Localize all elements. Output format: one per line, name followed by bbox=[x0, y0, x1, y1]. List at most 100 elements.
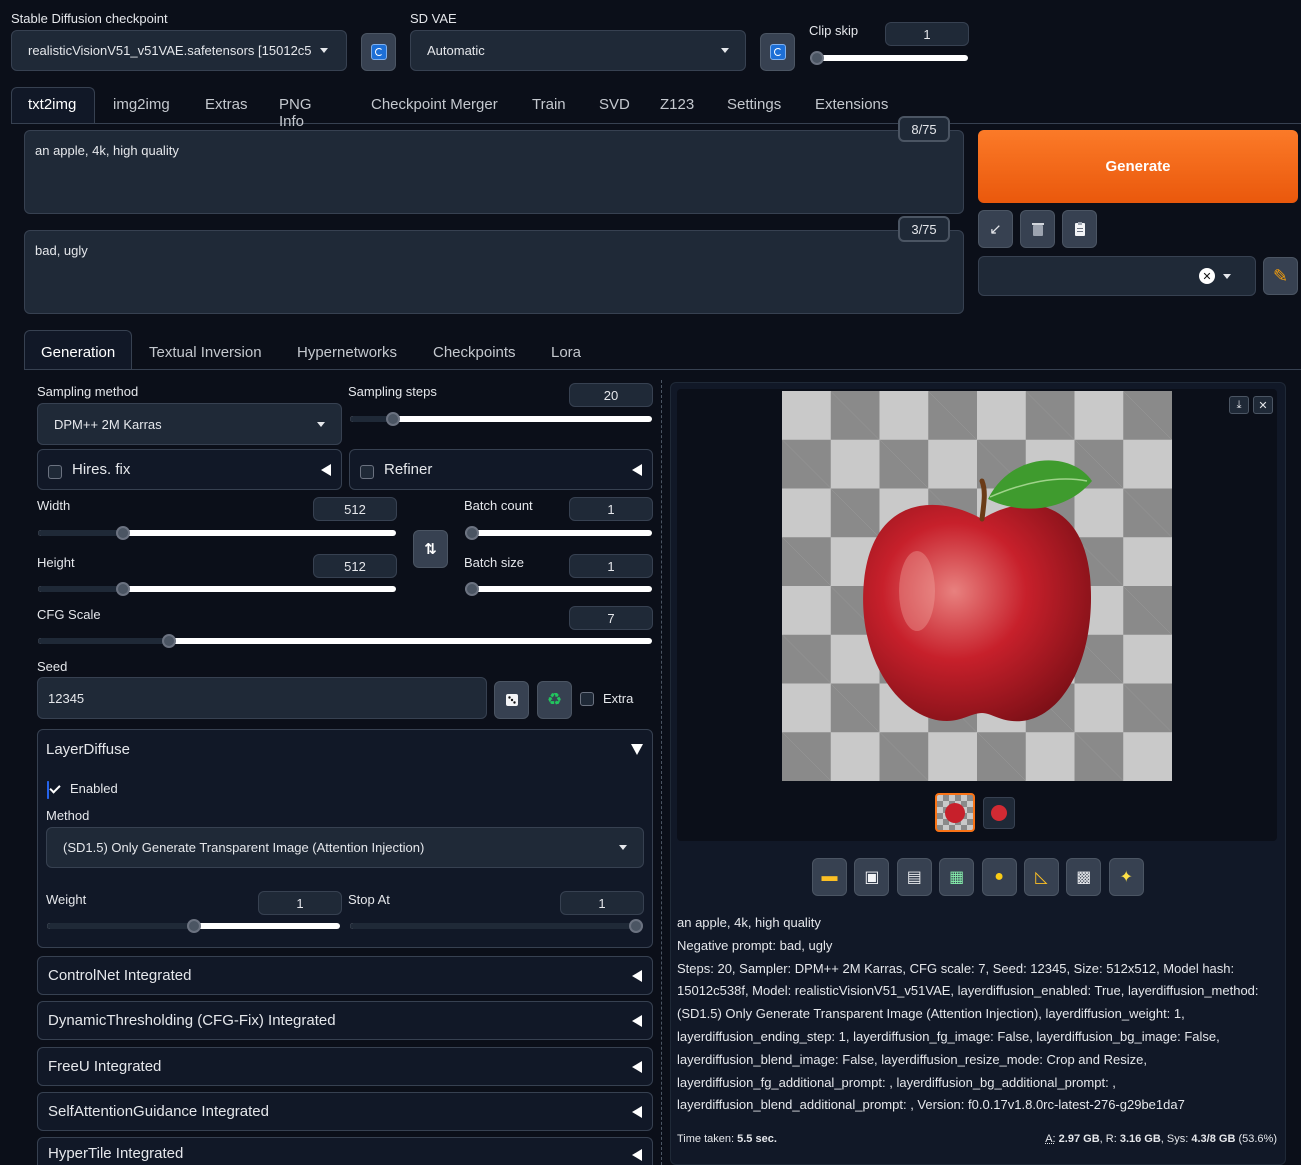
refiner-accordion[interactable]: Refiner bbox=[349, 449, 653, 490]
layerdiffuse-enabled-checkbox[interactable] bbox=[47, 781, 49, 799]
weight-slider[interactable] bbox=[47, 919, 340, 933]
refresh-checkpoint-button[interactable] bbox=[361, 33, 396, 71]
hires-fix-checkbox[interactable] bbox=[48, 464, 62, 479]
tab-extras[interactable]: Extras bbox=[205, 96, 248, 113]
clip-skip-slider[interactable] bbox=[810, 51, 968, 65]
tab-train[interactable]: Train bbox=[532, 96, 566, 113]
layerdiffuse-method-value: (SD1.5) Only Generate Transparent Image … bbox=[63, 840, 425, 855]
send-to-z123-button[interactable]: ✦ bbox=[1108, 858, 1144, 896]
stop-at-slider[interactable] bbox=[350, 919, 643, 933]
self-attention-guidance-accordion[interactable]: SelfAttentionGuidance Integrated bbox=[37, 1092, 653, 1131]
paste-style-button[interactable] bbox=[1062, 210, 1097, 248]
vae-dropdown[interactable]: Automatic bbox=[410, 30, 746, 71]
prompt-input[interactable]: an apple, 4k, high quality bbox=[24, 130, 964, 214]
trash-icon bbox=[1031, 223, 1044, 236]
slider-thumb[interactable] bbox=[116, 526, 130, 540]
close-image-button[interactable]: ✕ bbox=[1253, 396, 1273, 414]
tab-extensions[interactable]: Extensions bbox=[815, 96, 888, 113]
height-input[interactable]: 512 bbox=[313, 554, 397, 578]
hypertile-accordion[interactable]: HyperTile Integrated bbox=[37, 1137, 653, 1165]
negative-prompt-input[interactable]: bad, ugly bbox=[24, 230, 964, 314]
width-slider[interactable] bbox=[38, 526, 396, 540]
tab-checkpoint-merger[interactable]: Checkpoint Merger bbox=[371, 96, 498, 113]
send-to-inpaint-button[interactable]: ● bbox=[981, 858, 1017, 896]
edit-styles-button[interactable]: ✎ bbox=[1263, 257, 1298, 295]
refiner-checkbox[interactable] bbox=[360, 464, 374, 479]
layerdiffuse-method-dropdown[interactable]: (SD1.5) Only Generate Transparent Image … bbox=[46, 827, 644, 868]
slider-thumb[interactable] bbox=[116, 582, 130, 596]
seed-input[interactable]: 12345 bbox=[37, 677, 487, 719]
controlnet-accordion[interactable]: ControlNet Integrated bbox=[37, 956, 653, 995]
height-slider[interactable] bbox=[38, 582, 396, 596]
batch-count-input[interactable]: 1 bbox=[569, 497, 653, 521]
random-seed-button[interactable] bbox=[494, 681, 529, 719]
send-to-img2img-button[interactable]: ▦ bbox=[939, 858, 975, 896]
styles-dropdown[interactable]: ✕ bbox=[978, 256, 1256, 296]
freeu-accordion[interactable]: FreeU Integrated bbox=[37, 1047, 653, 1086]
apple-thumbnail-icon bbox=[945, 802, 965, 823]
weight-input[interactable]: 1 bbox=[258, 891, 342, 915]
generation-info: an apple, 4k, high quality Negative prom… bbox=[677, 912, 1277, 1117]
save-zip-button[interactable]: ▤ bbox=[896, 858, 932, 896]
stop-at-input[interactable]: 1 bbox=[560, 891, 644, 915]
read-params-button[interactable]: ↙ bbox=[978, 210, 1013, 248]
swap-dimensions-button[interactable]: ⇅ bbox=[413, 530, 448, 568]
sampling-steps-slider[interactable] bbox=[350, 412, 652, 426]
send-to-svd-button[interactable]: ▩ bbox=[1066, 858, 1102, 896]
download-image-button[interactable]: ⤓ bbox=[1229, 396, 1249, 414]
slider-thumb[interactable] bbox=[465, 526, 479, 540]
gallery-thumbnail-1[interactable] bbox=[935, 793, 975, 832]
cfg-scale-slider[interactable] bbox=[38, 634, 652, 648]
output-image[interactable] bbox=[782, 391, 1172, 781]
slider-thumb[interactable] bbox=[810, 51, 824, 65]
batch-count-slider[interactable] bbox=[465, 526, 652, 540]
clear-icon[interactable]: ✕ bbox=[1199, 268, 1215, 284]
subtabs-divider bbox=[24, 369, 1301, 370]
batch-size-input[interactable]: 1 bbox=[569, 554, 653, 578]
sampling-steps-input[interactable]: 20 bbox=[569, 383, 653, 407]
gallery-thumbnail-2[interactable] bbox=[983, 797, 1015, 829]
sparkles-icon: ✦ bbox=[1119, 869, 1133, 886]
slider-thumb[interactable] bbox=[187, 919, 201, 933]
tab-lora[interactable]: Lora bbox=[551, 344, 581, 361]
arrow-down-left-icon: ↙ bbox=[989, 221, 1002, 238]
sampling-steps-label: Sampling steps bbox=[348, 384, 437, 399]
tabs-divider bbox=[11, 123, 1301, 124]
slider-thumb[interactable] bbox=[162, 634, 176, 648]
slider-thumb[interactable] bbox=[465, 582, 479, 596]
slider-thumb[interactable] bbox=[386, 412, 400, 426]
collapse-arrow-icon[interactable] bbox=[631, 744, 643, 755]
save-button[interactable]: ▣ bbox=[854, 858, 890, 896]
refresh-vae-button[interactable] bbox=[760, 33, 795, 71]
refresh-icon bbox=[370, 44, 387, 60]
tab-settings[interactable]: Settings bbox=[727, 96, 781, 113]
floppy-disk-icon: ▣ bbox=[864, 869, 880, 886]
extra-seed-checkbox[interactable] bbox=[580, 692, 594, 706]
open-folder-button[interactable]: ▬ bbox=[812, 858, 847, 896]
width-input[interactable]: 512 bbox=[313, 497, 397, 521]
slider-thumb[interactable] bbox=[629, 919, 643, 933]
tab-txt2img[interactable]: txt2img bbox=[28, 96, 76, 113]
reuse-seed-button[interactable]: ♻ bbox=[537, 681, 572, 719]
tab-textual-inversion[interactable]: Textual Inversion bbox=[149, 344, 262, 361]
generate-button[interactable]: Generate bbox=[978, 130, 1298, 203]
send-to-extras-button[interactable]: ◺ bbox=[1023, 858, 1059, 896]
info-negative: Negative prompt: bad, ugly bbox=[677, 937, 833, 953]
tab-hypernetworks[interactable]: Hypernetworks bbox=[297, 344, 397, 361]
hires-fix-accordion[interactable]: Hires. fix bbox=[37, 449, 342, 490]
tab-z123[interactable]: Z123 bbox=[660, 96, 694, 113]
chevron-down-icon bbox=[319, 48, 328, 53]
dynamic-thresholding-accordion[interactable]: DynamicThresholding (CFG-Fix) Integrated bbox=[37, 1001, 653, 1040]
tab-img2img[interactable]: img2img bbox=[113, 96, 170, 113]
tab-svd[interactable]: SVD bbox=[599, 96, 630, 113]
batch-size-slider[interactable] bbox=[465, 582, 652, 596]
checkpoint-dropdown[interactable]: realisticVisionV51_v51VAE.safetensors [1… bbox=[11, 30, 347, 71]
tab-checkpoints[interactable]: Checkpoints bbox=[433, 344, 516, 361]
layerdiffuse-title[interactable]: LayerDiffuse bbox=[46, 741, 130, 758]
tab-png-info[interactable]: PNG Info bbox=[279, 96, 312, 130]
cfg-scale-input[interactable]: 7 bbox=[569, 606, 653, 630]
tab-generation[interactable]: Generation bbox=[41, 344, 115, 361]
clip-skip-input[interactable]: 1 bbox=[885, 22, 969, 46]
clear-prompt-button[interactable] bbox=[1020, 210, 1055, 248]
sampling-method-dropdown[interactable]: DPM++ 2M Karras bbox=[37, 403, 342, 445]
